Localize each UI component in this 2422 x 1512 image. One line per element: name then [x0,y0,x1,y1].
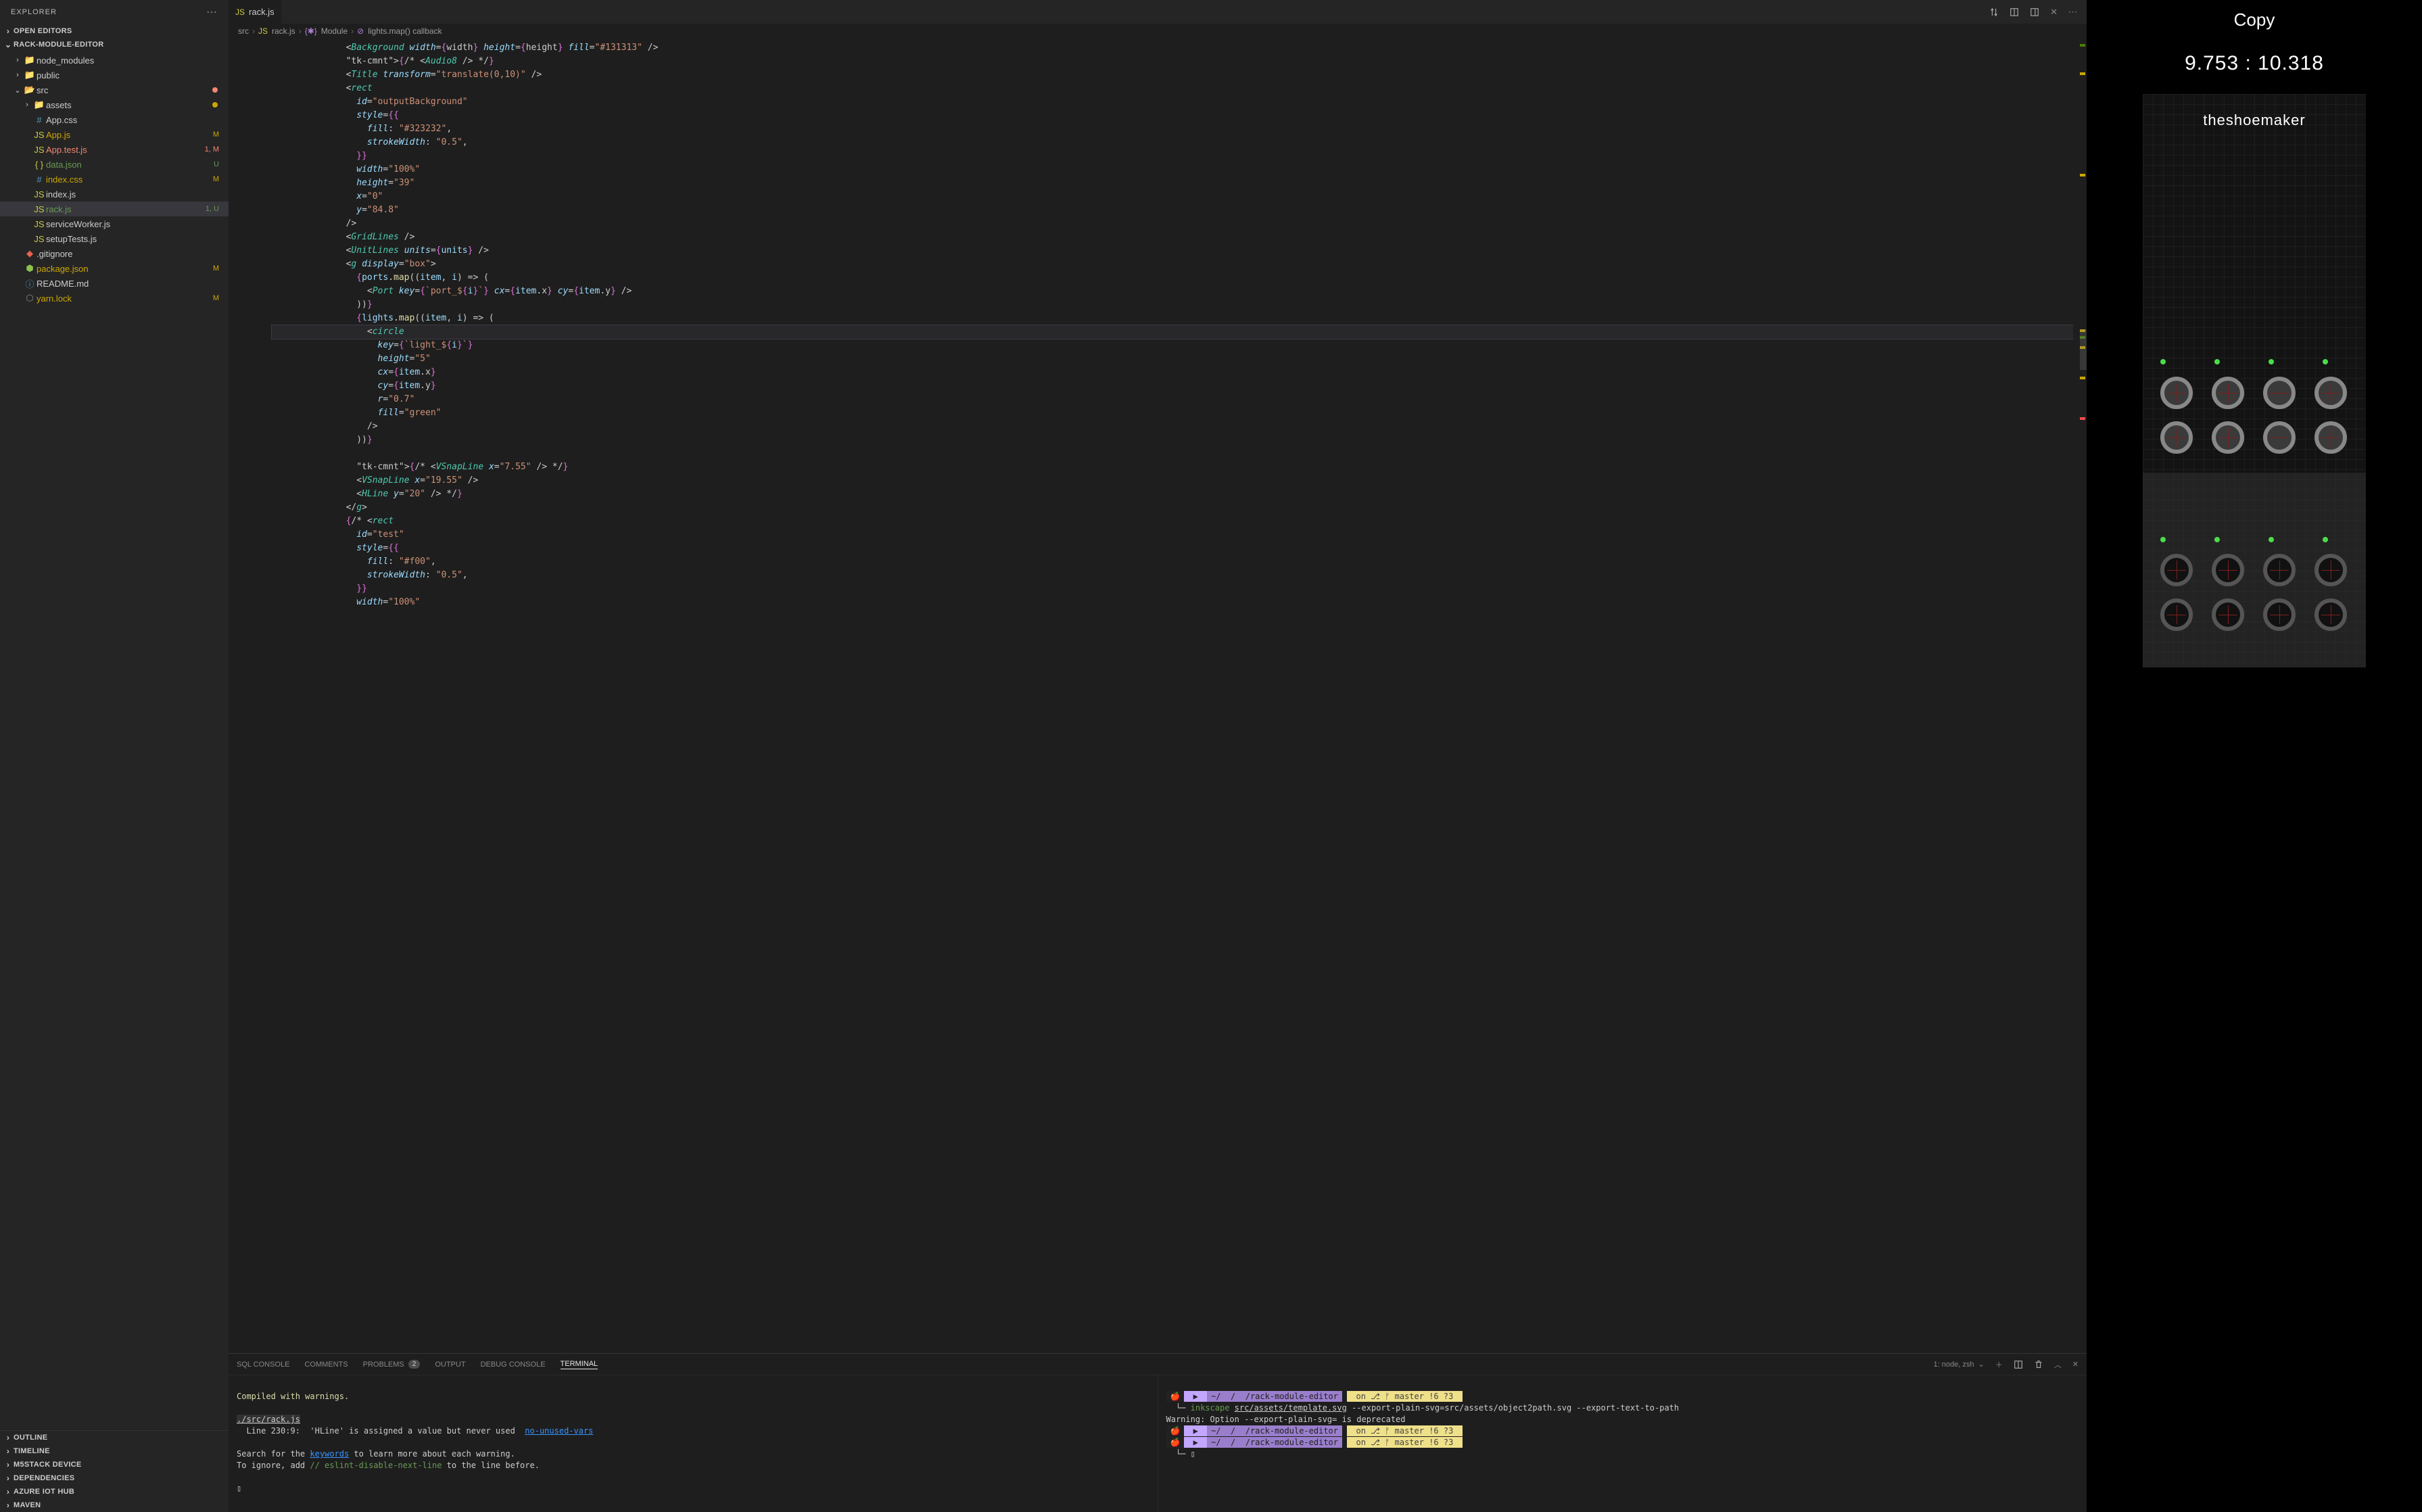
maximize-panel-icon[interactable]: ︿ [2054,1359,2062,1370]
tab-rackjs[interactable]: JS rack.js [229,0,282,24]
tree-item-src[interactable]: ⌄📂src [0,82,229,97]
azure-section[interactable]: ›AZURE IOT HUB [0,1485,229,1498]
close-panel-icon[interactable]: ✕ [2072,1360,2079,1369]
tree-item--gitignore[interactable]: ◆.gitignore [0,246,229,261]
tab-terminal[interactable]: TERMINAL [561,1360,598,1369]
breadcrumb[interactable]: src› JSrack.js› {✱}Module› ⊘lights.map()… [229,24,2087,39]
tab-more-icon[interactable]: ⋯ [2068,7,2077,18]
tree-item-app-css[interactable]: #App.css [0,112,229,127]
tab-output[interactable]: OUTPUT [435,1361,465,1369]
tree-item-yarn-lock[interactable]: ⬡yarn.lockM [0,291,229,306]
tab-sql-console[interactable]: SQL CONSOLE [237,1361,289,1369]
explorer-sidebar: EXPLORER ⋯ › OPEN EDITORS ⌄ RACK-MODULE-… [0,0,229,1512]
tab-problems[interactable]: PROBLEMS2 [363,1360,421,1369]
code-editor[interactable]: <Background width={width} height={height… [266,39,2073,1353]
file-tree: ›📁node_modules›📁public⌄📂src›📁assets#App.… [0,51,229,1430]
js-file-icon: JS [258,26,268,36]
chevron-down-icon: ⌄ [3,40,14,49]
tree-item-serviceworker-js[interactable]: JSserviceWorker.js [0,216,229,231]
gutter [229,39,266,1353]
js-file-icon: JS [235,7,245,17]
tree-item-index-js[interactable]: JSindex.js [0,187,229,202]
terminal-selector[interactable]: 1: node, zsh ⌄ [1934,1360,1985,1369]
tree-item-index-css[interactable]: #index.cssM [0,172,229,187]
tree-item-setuptests-js[interactable]: JSsetupTests.js [0,231,229,246]
tab-comments[interactable]: COMMENTS [304,1361,348,1369]
outline-section[interactable]: ›OUTLINE [0,1431,229,1444]
scrollbar-thumb[interactable] [2080,329,2087,370]
tree-item-readme-md[interactable]: ⓘREADME.md [0,276,229,291]
explorer-more-icon[interactable]: ⋯ [206,5,218,19]
tab-debug-console[interactable]: DEBUG CONSOLE [481,1361,546,1369]
bottom-panel: SQL CONSOLE COMMENTS PROBLEMS2 OUTPUT DE… [229,1353,2087,1512]
open-editors-section[interactable]: › OPEN EDITORS [0,24,229,38]
brand-label: theshoemaker [2143,112,2366,129]
tab-label: rack.js [249,7,275,17]
maven-section[interactable]: ›MAVEN [0,1498,229,1512]
coords-readout: 9.753 : 10.318 [2185,52,2324,75]
callback-icon: ⊘ [357,26,364,36]
tab-bar: JS rack.js ✕ ⋯ [229,0,2087,24]
module-icon: {✱} [305,26,317,36]
m5stack-section[interactable]: ›M5STACK DEVICE [0,1458,229,1471]
tree-item-app-test-js[interactable]: JSApp.test.js1, M [0,142,229,157]
preview-title: Copy [2234,9,2275,30]
explorer-title: EXPLORER [11,8,57,16]
preview-pane: Copy 9.753 : 10.318 theshoemaker [2087,0,2422,1512]
dependencies-section[interactable]: ›DEPENDENCIES [0,1471,229,1485]
tree-item-assets[interactable]: ›📁assets [0,97,229,112]
tree-item-node-modules[interactable]: ›📁node_modules [0,53,229,68]
tree-item-public[interactable]: ›📁public [0,68,229,82]
split-terminal-icon[interactable] [2014,1360,2023,1369]
module-preview[interactable]: theshoemaker [2143,94,2366,667]
tree-item-app-js[interactable]: JSApp.jsM [0,127,229,142]
editor-area: JS rack.js ✕ ⋯ src› JSrack.js› {✱}Module… [229,0,2087,1512]
tree-item-data-json[interactable]: { }data.jsonU [0,157,229,172]
chevron-right-icon: › [3,26,14,36]
diff-icon[interactable] [2010,7,2019,18]
project-section[interactable]: ⌄ RACK-MODULE-EDITOR [0,38,229,51]
tree-item-rack-js[interactable]: JSrack.js1, U [0,202,229,216]
kill-terminal-icon[interactable] [2034,1360,2043,1369]
tree-item-package-json[interactable]: ⬢package.jsonM [0,261,229,276]
build-output[interactable]: Compiled with warnings. ./src/rack.js Li… [229,1375,1158,1512]
timeline-section[interactable]: ›TIMELINE [0,1444,229,1458]
split-editor-icon[interactable] [2030,7,2039,18]
new-terminal-icon[interactable]: ＋ [1995,1359,2003,1370]
terminal-output[interactable]: 🍎 ▶ ~/ / /rack-module-editor on ⎇ ᚠ mast… [1158,1375,2087,1512]
close-tab-icon[interactable]: ✕ [2050,7,2058,18]
compare-icon[interactable] [1989,7,1999,18]
